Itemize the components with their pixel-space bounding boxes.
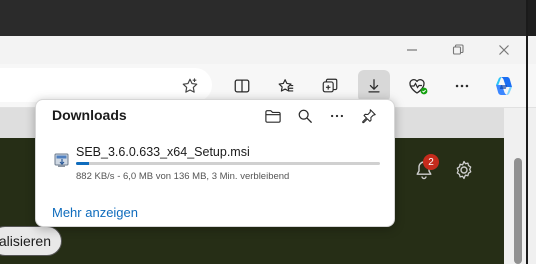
installer-file-icon <box>52 150 72 170</box>
analyze-button-label: nalisieren <box>0 233 51 249</box>
collections-icon[interactable] <box>314 70 346 102</box>
close-icon[interactable] <box>490 38 518 62</box>
caption-bar <box>0 36 536 64</box>
copilot-icon[interactable] <box>488 70 520 102</box>
favorite-add-icon[interactable] <box>174 70 206 102</box>
download-progress-bar <box>76 162 380 165</box>
downloads-icon[interactable] <box>358 70 390 102</box>
browser-essentials-icon[interactable] <box>402 70 434 102</box>
download-item[interactable]: SEB_3.6.0.633_x64_Setup.msi 882 KB/s - 6… <box>48 140 384 188</box>
more-options-icon[interactable] <box>323 104 351 128</box>
download-file-name[interactable]: SEB_3.6.0.633_x64_Setup.msi <box>76 145 250 159</box>
download-progress-fill <box>76 162 90 165</box>
page-scrollbar[interactable] <box>504 108 536 264</box>
restore-icon[interactable] <box>444 38 472 62</box>
split-screen-icon[interactable] <box>226 70 258 102</box>
window-edge <box>526 0 528 264</box>
analyze-button[interactable]: nalisieren <box>0 226 62 256</box>
open-folder-icon[interactable] <box>259 104 287 128</box>
scrollbar-thumb[interactable] <box>514 158 522 264</box>
titlebar-edge <box>528 0 536 36</box>
search-icon[interactable] <box>291 104 319 128</box>
downloads-panel: Downloads SEB_3.6.0.633_x64_Setup.msi 88… <box>35 99 395 227</box>
window-titlebar <box>0 0 536 36</box>
favorites-icon[interactable] <box>270 70 302 102</box>
show-more-link[interactable]: Mehr anzeigen <box>52 205 138 220</box>
downloads-title: Downloads <box>52 107 127 123</box>
more-icon[interactable] <box>446 70 478 102</box>
notification-badge: 2 <box>423 154 439 170</box>
gear-icon[interactable] <box>450 156 478 184</box>
minimize-icon[interactable] <box>398 38 426 62</box>
download-status-text: 882 KB/s - 6,0 MB von 136 MB, 3 Min. ver… <box>76 171 290 182</box>
pin-icon[interactable] <box>355 104 383 128</box>
